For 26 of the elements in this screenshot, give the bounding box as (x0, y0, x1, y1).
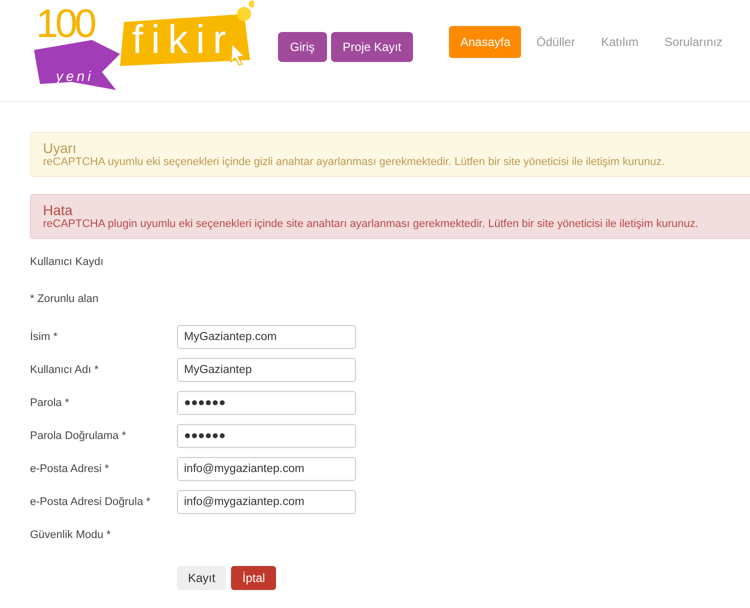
alert-message: reCAPTCHA plugin uyumlu eki seçenekleri içinde site anahtarı ayarlanması gerekmektedir. Lütfen bir site yöneticisi ile iletişim kurunuz. (43, 218, 700, 230)
alert-title: Uyarı (43, 140, 78, 156)
alert-message: reCAPTCHA uyumlu eki seçenekleri içinde gizli anahtar ayarlanması gerekmektedir. Lütfen bir site yöneticisi ile iletişim kurunuz. (43, 156, 666, 168)
field-label: İsim * (30, 330, 58, 342)
field-label: Güvenlik Modu * (30, 528, 112, 540)
logo-word: fikir (132, 18, 234, 63)
logo-number: 100 (36, 2, 94, 47)
header-button[interactable]: Giriş (278, 32, 327, 62)
cancel-button[interactable]: İptal (231, 566, 276, 590)
submit-button[interactable]: Kayıt (177, 566, 226, 590)
input-field[interactable]: MyGaziantep.com (177, 324, 356, 348)
required-note: * Zorunlu alan (30, 293, 100, 307)
input-field[interactable]: info@mygaziantep.com (177, 456, 356, 480)
input-field[interactable]: MyGaziantep (177, 358, 356, 382)
field-label: Kullanıcı Adı * (30, 364, 100, 376)
field-label: e-Posta Adresi * (30, 462, 110, 474)
field-label: Parola Doğrulama * (30, 430, 127, 442)
input-field[interactable]: ●●●●●● (177, 390, 356, 414)
form-title: Kullanıcı Kaydı (30, 256, 104, 270)
logo-ribbon-text: yeni (56, 68, 94, 84)
alert-title: Hata (43, 202, 74, 218)
field-label: e-Posta Adresi Doğrula * (30, 496, 152, 508)
input-field[interactable]: info@mygaziantep.com (177, 490, 356, 514)
header-button[interactable]: Proje Kayıt (330, 32, 414, 62)
input-field[interactable]: ●●●●●● (177, 424, 356, 448)
field-label: Parola * (30, 396, 70, 408)
